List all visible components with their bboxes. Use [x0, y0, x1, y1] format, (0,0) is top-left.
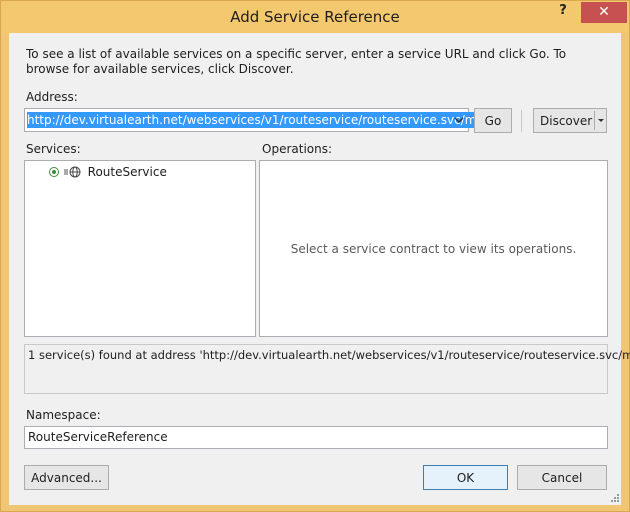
chevron-down-icon — [454, 117, 464, 123]
tree-item-route-service[interactable]: RouteService — [48, 164, 167, 179]
toolbar-divider — [521, 110, 522, 132]
namespace-label: Namespace: — [26, 408, 101, 422]
help-button[interactable]: ? — [551, 3, 575, 23]
dialog-title: Add Service Reference — [230, 8, 400, 26]
address-combobox[interactable]: http://dev.virtualearth.net/webservices/… — [24, 108, 491, 132]
intro-text: To see a list of available services on a… — [26, 47, 567, 76]
split-divider — [594, 111, 595, 130]
discover-split-button[interactable]: Discover — [533, 108, 607, 133]
status-text: 1 service(s) found at address 'http://de… — [28, 348, 630, 362]
close-icon: ✕ — [598, 4, 610, 20]
close-button[interactable]: ✕ — [581, 2, 627, 23]
add-service-reference-dialog: Add Service Reference ? ✕ To see a list … — [0, 0, 630, 512]
namespace-input[interactable]: RouteServiceReference — [24, 426, 608, 449]
title-bar[interactable]: Add Service Reference ? ✕ — [1, 1, 629, 33]
resize-grip-icon[interactable] — [610, 493, 620, 503]
address-input-value[interactable]: http://dev.virtualearth.net/webservices/… — [27, 112, 491, 128]
status-panel: 1 service(s) found at address 'http://de… — [24, 344, 630, 394]
address-label: Address: — [26, 90, 78, 104]
operations-placeholder: Select a service contract to view its op… — [290, 242, 577, 256]
address-dropdown-arrow[interactable] — [452, 112, 466, 128]
services-tree[interactable]: RouteService — [24, 160, 256, 337]
discover-button[interactable]: Discover — [540, 114, 592, 128]
chevron-down-icon[interactable] — [596, 114, 606, 128]
tree-item-label: RouteService — [87, 164, 167, 179]
dialog-body: To see a list of available services on a… — [9, 33, 630, 505]
operations-label: Operations: — [262, 142, 333, 156]
service-globe-icon — [63, 166, 81, 177]
advanced-button[interactable]: Advanced... — [24, 465, 109, 490]
ok-button[interactable]: OK — [423, 465, 508, 490]
go-button[interactable]: Go — [474, 108, 512, 133]
services-label: Services: — [26, 142, 81, 156]
operations-list[interactable]: Select a service contract to view its op… — [259, 160, 608, 337]
cancel-button[interactable]: Cancel — [517, 465, 607, 490]
expand-collapse-icon[interactable] — [48, 166, 60, 178]
namespace-value[interactable]: RouteServiceReference — [28, 430, 168, 444]
